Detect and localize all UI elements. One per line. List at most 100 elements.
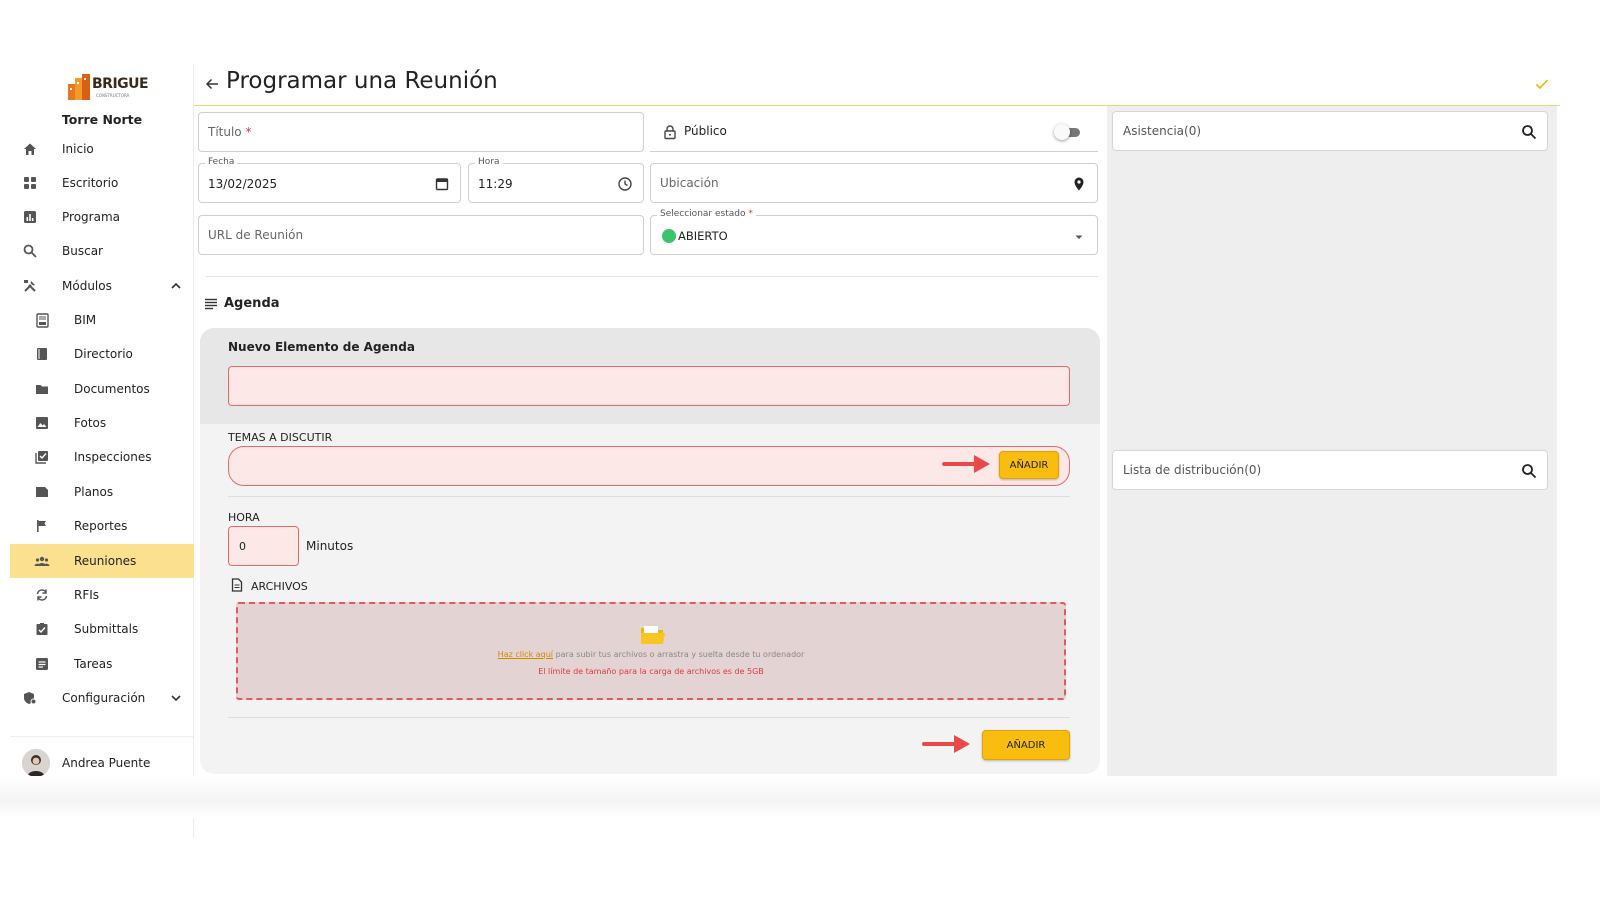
brand-subtitle: CONSTRUCTORA [96, 93, 130, 98]
required-mark: * [748, 209, 753, 219]
time-label: Hora [475, 157, 503, 167]
shield-gear-icon [22, 690, 38, 706]
sidebar-item-documentos[interactable]: Documentos [10, 372, 194, 406]
avatar[interactable] [22, 749, 50, 777]
sidebar-item-programa[interactable]: Programa [10, 200, 194, 234]
distribution-search[interactable]: Lista de distribución(0) [1112, 450, 1548, 490]
list-icon [205, 298, 217, 310]
location-pin-icon [1074, 177, 1084, 191]
sidebar-item-planos[interactable]: Planos [10, 475, 194, 509]
location-placeholder: Ubicación [660, 176, 719, 190]
time-field[interactable]: Hora 11:29 [468, 157, 644, 203]
file-icon [231, 578, 243, 592]
public-label: Público [684, 124, 727, 138]
sidebar-item-tareas[interactable]: Tareas [10, 647, 194, 681]
clock-icon[interactable] [617, 176, 633, 192]
minutes-input[interactable]: 0 [228, 526, 299, 566]
dropzone-limit: El límite de tamaño para la carga de arc… [538, 667, 764, 676]
search-icon[interactable] [1521, 463, 1537, 479]
arrow-right-icon [942, 455, 990, 473]
date-field[interactable]: Fecha 13/02/2025 [198, 157, 461, 203]
check-icon[interactable] [1534, 76, 1550, 92]
sidebar-item-modulos[interactable]: Módulos [10, 269, 194, 303]
sidebar-item-submittals[interactable]: Submittals [10, 612, 194, 646]
add-agenda-item-button[interactable]: AÑADIR [982, 730, 1070, 760]
image-icon [34, 415, 50, 431]
sidebar-item-label: Escritorio [62, 176, 119, 190]
location-input[interactable]: Ubicación [650, 163, 1098, 203]
status-label: Seleccionar estado [660, 209, 746, 219]
page-title: Programar una Reunión [226, 68, 498, 94]
sidebar-item-escritorio[interactable]: Escritorio [10, 166, 194, 200]
bar-chart-icon [22, 209, 38, 225]
sidebar-item-label: Fotos [74, 416, 107, 430]
sidebar-item-label: Programa [62, 210, 120, 224]
right-panel: Asistencia(0) Lista de distribución(0) [1107, 106, 1557, 776]
sidebar: BRIGUE CONSTRUCTORA Torre Norte Inicio E… [10, 64, 194, 838]
upload-link[interactable]: Haz click aquí [498, 650, 553, 659]
sidebar-item-label: Documentos [74, 382, 150, 396]
agenda-item-input[interactable] [228, 366, 1070, 406]
sync-icon [34, 587, 50, 603]
calendar-icon[interactable] [434, 176, 450, 192]
date-value: 13/02/2025 [208, 177, 278, 191]
distribution-placeholder: Lista de distribución(0) [1123, 463, 1262, 477]
attendance-search[interactable]: Asistencia(0) [1112, 111, 1548, 151]
brand-logo[interactable]: BRIGUE CONSTRUCTORA [66, 72, 149, 102]
public-toggle[interactable] [1054, 124, 1082, 140]
lock-icon [664, 125, 676, 140]
agenda-title: Agenda [224, 296, 280, 311]
sidebar-item-configuracion[interactable]: Configuración [10, 681, 194, 715]
user-name: Andrea Puente [62, 756, 151, 770]
search-icon [22, 243, 38, 259]
folder-icon [34, 381, 50, 397]
arrow-left-icon[interactable] [204, 76, 220, 92]
chevron-down-icon[interactable] [170, 692, 182, 704]
chevron-up-icon[interactable] [170, 280, 182, 292]
title-input[interactable]: Título * [198, 112, 644, 152]
sidebar-item-fotos[interactable]: Fotos [10, 406, 194, 440]
hour-label: HORA [228, 511, 260, 524]
flag-icon [34, 518, 50, 534]
caret-down-icon[interactable] [1071, 229, 1087, 245]
arrow-right-icon [922, 735, 970, 753]
bim-icon [34, 312, 50, 328]
sidebar-item-inicio[interactable]: Inicio [10, 132, 194, 166]
tools-icon [22, 278, 38, 294]
public-toggle-row: Público [650, 112, 1098, 152]
file-dropzone[interactable]: Haz click aquí para subir tus archivos o… [236, 602, 1066, 700]
status-select[interactable]: Seleccionar estado * ABIERTO [650, 209, 1098, 255]
title-placeholder: Título [208, 125, 242, 139]
sidebar-item-label: Configuración [62, 691, 146, 705]
checklist-icon [34, 449, 50, 465]
topics-label: TEMAS A DISCUTIR [228, 431, 333, 444]
sidebar-item-reportes[interactable]: Reportes [10, 509, 194, 543]
sidebar-item-label: Submittals [74, 622, 139, 636]
sidebar-item-inspecciones[interactable]: Inspecciones [10, 440, 194, 474]
sidebar-item-buscar[interactable]: Buscar [10, 234, 194, 268]
files-label: ARCHIVOS [251, 580, 308, 593]
add-topic-button[interactable]: AÑADIR [999, 451, 1059, 479]
required-mark: * [245, 125, 252, 139]
sidebar-item-label: BIM [74, 313, 97, 327]
sidebar-item-bim[interactable]: BIM [10, 303, 194, 337]
sidebar-item-directorio[interactable]: Directorio [10, 337, 194, 371]
page-header: Programar una Reunión [194, 64, 1560, 106]
sidebar-item-reuniones[interactable]: Reuniones [10, 544, 194, 578]
bottom-shadow [0, 776, 1600, 818]
divider [228, 496, 1070, 497]
meeting-url-input[interactable]: URL de Reunión [198, 215, 644, 255]
status-value: ABIERTO [678, 229, 728, 243]
sidebar-item-rfis[interactable]: RFIs [10, 578, 194, 612]
brand-name: BRIGUE [92, 76, 149, 92]
sidebar-item-label: Reportes [74, 519, 128, 533]
home-icon [22, 141, 38, 157]
book-icon [34, 346, 50, 362]
clipboard-check-icon [34, 621, 50, 637]
minutes-unit: Minutos [306, 539, 354, 553]
sidebar-item-label: Inicio [62, 142, 94, 156]
blueprint-icon [34, 484, 50, 500]
time-value: 11:29 [478, 177, 513, 191]
minutes-value: 0 [239, 540, 246, 553]
search-icon[interactable] [1521, 124, 1537, 140]
